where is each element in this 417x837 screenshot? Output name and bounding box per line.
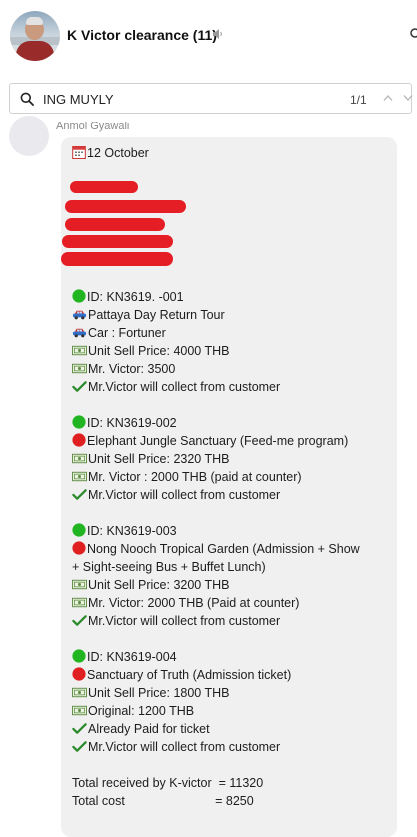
chat-title[interactable]: K Victor clearance (11) [67, 27, 217, 43]
booking-sell-price: Unit Sell Price: 2320 THB [72, 450, 230, 468]
checkmark-icon [72, 722, 87, 735]
booking-collect: Mr.Victor will collect from customer [72, 378, 280, 396]
banknote-icon [72, 578, 87, 591]
checkmark-icon [72, 380, 87, 393]
redaction-mark [65, 200, 186, 213]
booking-collect: Mr.Victor will collect from customer [72, 612, 280, 630]
banknote-icon [72, 686, 87, 699]
green-circle-icon [72, 289, 86, 303]
booking-id: ID: KN3619-002 [72, 414, 177, 432]
booking-sell-price: Unit Sell Price: 3200 THB [72, 576, 230, 594]
green-circle-icon [72, 523, 86, 537]
banknote-icon [72, 362, 87, 375]
search-match-count: 1/1 [350, 93, 367, 107]
search-icon [20, 92, 34, 106]
banknote-icon [72, 596, 87, 609]
booking-tour-continued: + Sight-seeing Bus + Buffet Lunch) [72, 560, 266, 574]
booking-cost: Mr. Victor: 3500 [72, 360, 175, 378]
chevron-up-icon[interactable] [383, 94, 393, 102]
banknote-icon [72, 470, 87, 483]
redaction-mark [61, 252, 173, 266]
sender-avatar[interactable] [9, 116, 49, 156]
checkmark-icon [72, 614, 87, 627]
banknote-icon [72, 452, 87, 465]
search-messages-icon[interactable] [409, 28, 417, 40]
checkmark-icon [72, 740, 87, 753]
booking-id: ID: KN3619-004 [72, 648, 177, 666]
booking-cost: Mr. Victor: 2000 THB (Paid at counter) [72, 594, 299, 612]
booking-cost: Original: 1200 THB [72, 702, 194, 720]
red-circle-icon [72, 433, 86, 447]
redaction-mark [62, 235, 173, 248]
booking-tour: Sanctuary of Truth (Admission ticket) [72, 666, 291, 684]
booking-tour: Pattaya Day Return Tour [72, 306, 225, 324]
checkmark-icon [72, 488, 87, 501]
message-search-bar: 1/1 [9, 83, 413, 114]
booking-id: ID: KN3619. -001 [72, 288, 184, 306]
booking-cost: Mr. Victor : 2000 THB (paid at counter) [72, 468, 302, 486]
booking-sell-price: Unit Sell Price: 1800 THB [72, 684, 230, 702]
redaction-mark [65, 218, 165, 231]
redaction-mark [70, 181, 138, 193]
search-input[interactable] [43, 89, 333, 109]
booking-tour: Nong Nooch Tropical Garden (Admission + … [72, 540, 360, 558]
booking-collect: Mr.Victor will collect from customer [72, 486, 280, 504]
total-received: Total received by K-victor = 11320 [72, 776, 264, 790]
date-line: 12 October [72, 144, 149, 162]
booking-paid: Already Paid for ticket [72, 720, 210, 738]
green-circle-icon [72, 415, 86, 429]
booking-id: ID: KN3619-003 [72, 522, 177, 540]
total-cost: Total cost = 8250 [72, 794, 254, 808]
calendar-icon [72, 145, 86, 159]
booking-tour: Elephant Jungle Sanctuary (Feed-me progr… [72, 432, 348, 450]
green-circle-icon [72, 649, 86, 663]
car-icon [72, 326, 87, 339]
muted-speaker-icon [213, 29, 222, 39]
chevron-down-icon[interactable] [403, 94, 413, 102]
red-circle-icon [72, 541, 86, 555]
booking-car: Car : Fortuner [72, 324, 166, 342]
sender-name: Anmol Gyawali [56, 120, 130, 132]
booking-sell-price: Unit Sell Price: 4000 THB [72, 342, 230, 360]
group-avatar[interactable] [10, 11, 60, 61]
banknote-icon [72, 704, 87, 717]
chat-header: K Victor clearance (11) [0, 0, 417, 72]
booking-collect: Mr.Victor will collect from customer [72, 738, 280, 756]
car-icon [72, 308, 87, 321]
banknote-icon [72, 344, 87, 357]
red-circle-icon [72, 667, 86, 681]
